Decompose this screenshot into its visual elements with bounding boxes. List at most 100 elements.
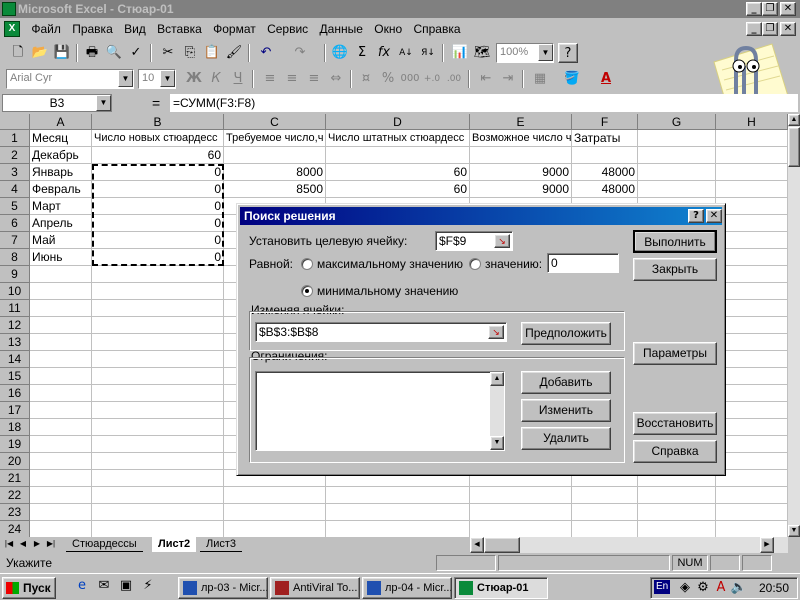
cell-g22[interactable] xyxy=(638,487,716,504)
cell-e24[interactable] xyxy=(470,521,572,537)
channels-icon[interactable]: ⚡ xyxy=(138,576,158,596)
new-icon[interactable]: 🗋 xyxy=(8,43,28,63)
row-header-6[interactable]: 6 xyxy=(0,215,30,232)
cell-a4[interactable]: Февраль xyxy=(30,181,92,198)
cell-a17[interactable] xyxy=(30,402,92,419)
autosum-icon[interactable]: Σ xyxy=(352,43,372,63)
row-header-21[interactable]: 21 xyxy=(0,470,30,487)
ie-icon[interactable]: e xyxy=(72,576,92,596)
row-header-10[interactable]: 10 xyxy=(0,283,30,300)
cell-d2[interactable] xyxy=(326,147,470,164)
sheet-tab-list2[interactable]: Лист2 xyxy=(152,537,197,552)
row-header-11[interactable]: 11 xyxy=(0,300,30,317)
doc-restore-button[interactable]: ❐ xyxy=(762,22,778,36)
value-radio[interactable] xyxy=(469,258,481,270)
copy-icon[interactable]: ⎘ xyxy=(180,43,200,63)
decrease-decimal-icon[interactable]: .00 xyxy=(444,69,464,89)
workbook-icon[interactable]: X xyxy=(4,21,20,37)
redo-icon[interactable]: ↷ xyxy=(290,43,310,63)
cell-a23[interactable] xyxy=(30,504,92,521)
row-header-7[interactable]: 7 xyxy=(0,232,30,249)
align-right-icon[interactable]: ≡ xyxy=(304,69,324,89)
cell-h17[interactable] xyxy=(716,402,788,419)
cell-a24[interactable] xyxy=(30,521,92,537)
reset-all-button[interactable]: Восстановить xyxy=(633,412,717,435)
cell-c4[interactable]: 8500 xyxy=(224,181,326,198)
cell-b3[interactable]: 0 xyxy=(92,164,224,181)
cell-a10[interactable] xyxy=(30,283,92,300)
cell-h20[interactable] xyxy=(716,453,788,470)
doc-minimize-button[interactable]: _ xyxy=(746,22,762,36)
horizontal-scrollbar[interactable]: ◀ ▶ xyxy=(470,537,788,553)
collapse-dialog-icon[interactable]: ↘ xyxy=(494,234,510,248)
cell-h8[interactable] xyxy=(716,249,788,266)
cell-h13[interactable] xyxy=(716,334,788,351)
min-radio[interactable] xyxy=(301,285,313,297)
column-header-g[interactable]: G xyxy=(638,114,716,130)
cell-b4[interactable]: 0 xyxy=(92,181,224,198)
cell-g2[interactable] xyxy=(638,147,716,164)
cell-c1[interactable]: Требуемое число,ч xyxy=(224,130,326,147)
cell-e23[interactable] xyxy=(470,504,572,521)
dialog-close-button[interactable]: ✕ xyxy=(706,209,722,223)
cell-h6[interactable] xyxy=(716,215,788,232)
cell-g23[interactable] xyxy=(638,504,716,521)
cell-h22[interactable] xyxy=(716,487,788,504)
cell-c3[interactable]: 8000 xyxy=(224,164,326,181)
guess-button[interactable]: Предположить xyxy=(521,322,611,345)
font-select[interactable]: Arial Cyr ▼ xyxy=(6,69,134,89)
increase-indent-icon[interactable]: ⇥ xyxy=(498,69,518,89)
cell-a21[interactable] xyxy=(30,470,92,487)
sort-desc-icon[interactable]: Я↓ xyxy=(418,43,438,63)
underline-button[interactable]: Ч xyxy=(228,69,248,89)
volume-icon[interactable]: 🔈 xyxy=(729,578,749,598)
print-preview-icon[interactable]: 🔍 xyxy=(104,43,124,63)
formula-input[interactable]: =СУММ(F3:F8) xyxy=(170,94,798,112)
cell-h23[interactable] xyxy=(716,504,788,521)
cell-b6[interactable]: 0 xyxy=(92,215,224,232)
font-color-icon[interactable]: A xyxy=(596,69,616,89)
cell-g1[interactable] xyxy=(638,130,716,147)
cell-a22[interactable] xyxy=(30,487,92,504)
cell-a11[interactable] xyxy=(30,300,92,317)
cell-b17[interactable] xyxy=(92,402,224,419)
row-header-22[interactable]: 22 xyxy=(0,487,30,504)
target-cell-input[interactable]: $F$9 ↘ xyxy=(435,231,513,251)
formula-equals-sign[interactable]: = xyxy=(152,92,160,114)
cell-h11[interactable] xyxy=(716,300,788,317)
row-header-16[interactable]: 16 xyxy=(0,385,30,402)
cell-f3[interactable]: 48000 xyxy=(572,164,638,181)
row-header-4[interactable]: 4 xyxy=(0,181,30,198)
dialog-help-button[interactable]: ? xyxy=(688,209,704,223)
cell-g4[interactable] xyxy=(638,181,716,198)
cell-g24[interactable] xyxy=(638,521,716,537)
last-sheet-button[interactable]: ▶| xyxy=(44,538,58,552)
cell-a16[interactable] xyxy=(30,385,92,402)
cell-f23[interactable] xyxy=(572,504,638,521)
cell-h14[interactable] xyxy=(716,351,788,368)
desktop-icon[interactable]: ▣ xyxy=(116,576,136,596)
cell-d22[interactable] xyxy=(326,487,470,504)
menu-format[interactable]: Формат xyxy=(209,18,260,40)
dialog-help-text-button[interactable]: Справка xyxy=(633,440,717,463)
row-header-18[interactable]: 18 xyxy=(0,419,30,436)
percent-icon[interactable]: % xyxy=(378,69,398,89)
hyperlink-icon[interactable]: 🌐 xyxy=(330,43,350,63)
taskbar-item-antiviral[interactable]: AntiViral To... xyxy=(270,577,360,599)
row-header-15[interactable]: 15 xyxy=(0,368,30,385)
row-header-9[interactable]: 9 xyxy=(0,266,30,283)
excel-app-icon[interactable] xyxy=(2,2,16,16)
select-all-corner[interactable] xyxy=(0,114,30,130)
cell-f1[interactable]: Затраты xyxy=(572,130,638,147)
menu-view[interactable]: Вид xyxy=(120,18,150,40)
spelling-icon[interactable]: ✓ xyxy=(126,43,146,63)
thousands-icon[interactable]: 000 xyxy=(400,69,420,89)
close-dialog-button[interactable]: Закрыть xyxy=(633,258,717,281)
cell-b1[interactable]: Число новых стюардесс xyxy=(92,130,224,147)
taskbar-item-styuar01[interactable]: Стюар-01 xyxy=(454,577,548,599)
row-header-8[interactable]: 8 xyxy=(0,249,30,266)
scroll-down-button[interactable]: ▼ xyxy=(490,436,504,450)
cell-a2[interactable]: Декабрь xyxy=(30,147,92,164)
menu-tools[interactable]: Сервис xyxy=(263,18,312,40)
column-header-b[interactable]: B xyxy=(92,114,224,130)
